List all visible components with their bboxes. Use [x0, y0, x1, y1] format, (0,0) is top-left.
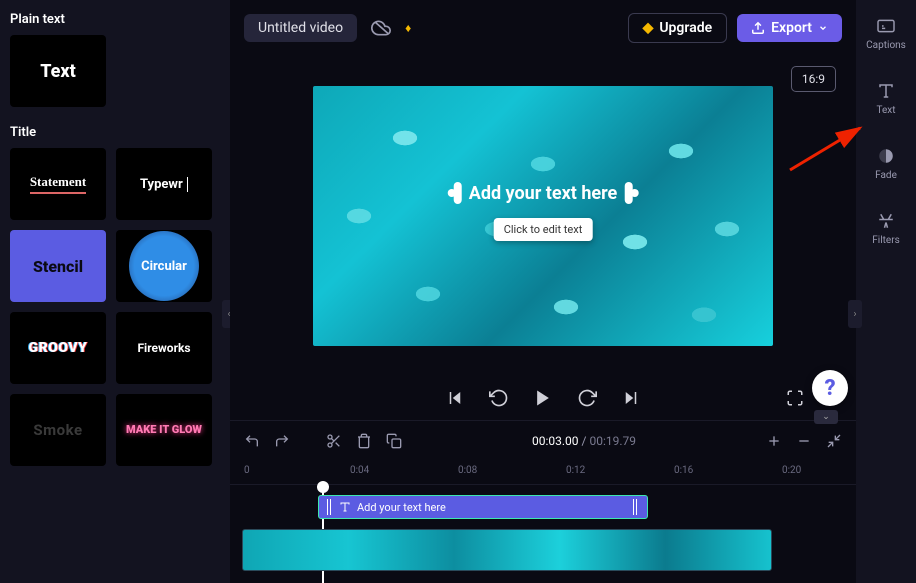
thumb-make-it-glow[interactable]: MAKE IT GLOW: [116, 394, 212, 466]
redo-button[interactable]: [274, 433, 290, 449]
filters-tab[interactable]: Filters: [856, 205, 916, 252]
text-element[interactable]: Add your text here: [469, 183, 618, 204]
aspect-ratio-button[interactable]: 16:9: [791, 66, 836, 92]
collapse-right-panel[interactable]: ›: [848, 300, 862, 328]
skip-end-button[interactable]: [620, 387, 642, 409]
preview-canvas[interactable]: Add your text here Click to edit text: [313, 86, 773, 346]
fade-tab[interactable]: Fade: [856, 140, 916, 187]
resize-dot-right[interactable]: [630, 189, 638, 197]
tracks-area[interactable]: Add your text here: [230, 485, 856, 583]
left-panel: Plain text Text Title Statement Typewr S…: [0, 0, 230, 583]
upgrade-button[interactable]: ◆ Upgrade: [628, 13, 728, 43]
text-tab-icon: [877, 81, 895, 101]
captions-tab[interactable]: Captions: [856, 10, 916, 57]
cloud-sync-icon[interactable]: [367, 14, 395, 42]
thumb-stencil[interactable]: Stencil: [10, 230, 106, 302]
fade-icon: [877, 146, 895, 166]
text-clip[interactable]: Add your text here: [318, 495, 648, 519]
timecode: 00:03.00 / 00:19.79: [532, 434, 636, 448]
title-heading: Title: [10, 125, 220, 140]
premium-crown-icon: ♦: [405, 21, 411, 35]
help-button[interactable]: ?: [812, 370, 848, 406]
delete-button[interactable]: [356, 433, 372, 449]
undo-button[interactable]: [244, 433, 260, 449]
plain-text-heading: Plain text: [10, 12, 220, 27]
player-controls: ? ⌄: [230, 376, 856, 420]
text-track: Add your text here: [230, 495, 856, 525]
thumb-circular[interactable]: Circular: [116, 230, 212, 302]
main-area: Untitled video ♦ ◆ Upgrade Export 16:9: [230, 0, 856, 583]
clip-handle-left[interactable]: [327, 499, 333, 515]
tick-0: 0: [244, 465, 250, 476]
tick-3: 0:12: [566, 465, 585, 476]
skip-start-button[interactable]: [444, 387, 466, 409]
text-tab[interactable]: Text: [856, 75, 916, 122]
tick-5: 0:20: [782, 465, 801, 476]
thumb-typewriter[interactable]: Typewr: [116, 148, 212, 220]
zoom-fit-button[interactable]: [826, 433, 842, 449]
thumb-statement[interactable]: Statement: [10, 148, 106, 220]
text-icon: [339, 501, 351, 513]
video-track: [230, 529, 856, 577]
thumb-groovy[interactable]: GROOVY: [10, 312, 106, 384]
tick-1: 0:04: [350, 465, 369, 476]
text-element-selection[interactable]: Add your text here: [463, 181, 624, 206]
upload-icon: [751, 21, 765, 35]
timeline-toolbar: 00:03.00 / 00:19.79: [230, 421, 856, 461]
zoom-out-button[interactable]: [796, 433, 812, 449]
tick-2: 0:08: [458, 465, 477, 476]
rewind-5s-button[interactable]: [488, 387, 510, 409]
split-button[interactable]: [326, 433, 342, 449]
filters-icon: [877, 211, 895, 231]
fullscreen-button[interactable]: [784, 387, 806, 409]
edit-text-tooltip[interactable]: Click to edit text: [494, 218, 593, 241]
collapse-left-panel[interactable]: ‹: [222, 300, 230, 328]
zoom-in-button[interactable]: [766, 433, 782, 449]
thumb-smoke[interactable]: Smoke: [10, 394, 106, 466]
play-button[interactable]: [532, 387, 554, 409]
video-title[interactable]: Untitled video: [244, 14, 357, 42]
timeline: 00:03.00 / 00:19.79 0 0:04 0:08 0:12 0:1…: [230, 420, 856, 583]
text-clip-label: Add your text here: [357, 501, 446, 514]
preview-stage: 16:9 Add your text here Click to edit te…: [230, 56, 856, 376]
export-button[interactable]: Export: [737, 14, 842, 42]
thumb-plain-text[interactable]: Text: [10, 35, 106, 107]
expand-panel-button[interactable]: ⌄: [814, 410, 838, 424]
captions-icon: [876, 16, 896, 36]
resize-handle-left[interactable]: [454, 182, 462, 204]
forward-5s-button[interactable]: [576, 387, 598, 409]
tick-4: 0:16: [674, 465, 693, 476]
video-clip[interactable]: [242, 529, 772, 571]
thumb-fireworks[interactable]: Fireworks: [116, 312, 212, 384]
chevron-down-icon: [818, 23, 828, 33]
right-panel: Captions Text Fade Filters ›: [856, 0, 916, 583]
topbar: Untitled video ♦ ◆ Upgrade Export: [230, 0, 856, 56]
diamond-icon: ◆: [643, 20, 654, 36]
clip-handle-right[interactable]: [633, 499, 639, 515]
duplicate-button[interactable]: [386, 433, 402, 449]
